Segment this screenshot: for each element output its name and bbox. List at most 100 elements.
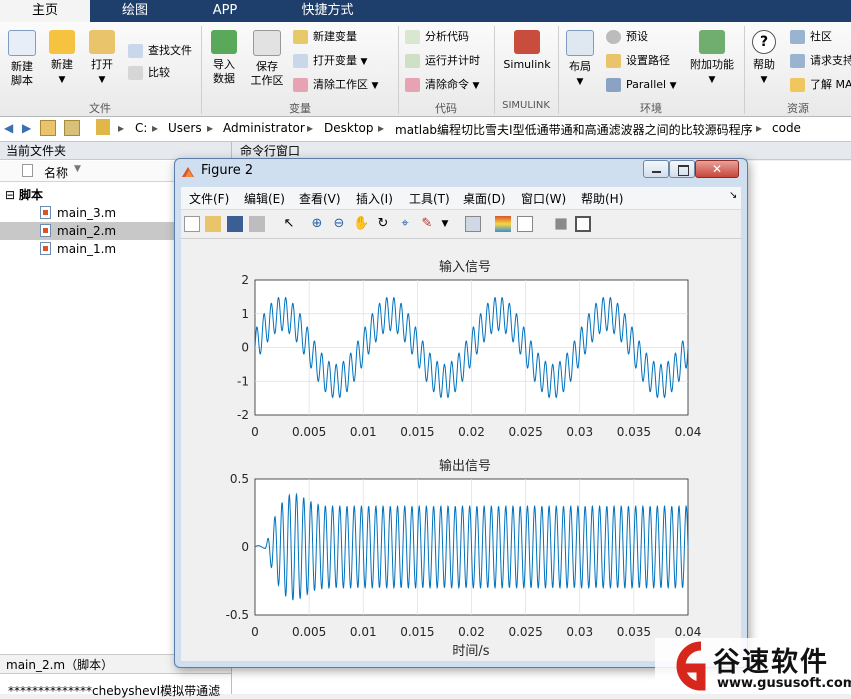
forward-arrow-icon[interactable]: ▶ xyxy=(22,121,31,135)
menu-desktop[interactable]: 桌面(D) xyxy=(463,190,506,207)
figure-window[interactable]: Figure 2 ✕ 文件(F) 编辑(E) 查看(V) 插入(I) 工具(T)… xyxy=(174,158,748,668)
analyze-code-button[interactable]: 分析代码 xyxy=(405,28,469,46)
breadcrumb-sep: ▸ xyxy=(307,121,314,135)
open-variable-icon xyxy=(293,54,308,68)
breadcrumb-c[interactable]: C: xyxy=(135,121,147,135)
new-script-button[interactable]: 新建 脚本 xyxy=(4,30,40,88)
axes-output-signal[interactable]: 输出信号 0 0.005 0.01 0.015 0.02 0.025 0.03 0.035 0.… xyxy=(226,458,702,659)
run-and-time-icon xyxy=(405,54,420,68)
clear-commands-button[interactable]: 清除命令 ▼ xyxy=(405,76,479,94)
menu-help[interactable]: 帮助(H) xyxy=(581,190,623,207)
request-support-button[interactable]: 请求支持 xyxy=(790,52,851,70)
brush-icon[interactable]: ✎ xyxy=(419,216,435,232)
show-plot-tools-icon[interactable] xyxy=(575,216,591,232)
find-files-label: 查找文件 xyxy=(148,44,192,57)
parallel-button[interactable]: Parallel ▼ xyxy=(606,76,677,94)
menu-file[interactable]: 文件(F) xyxy=(189,190,229,207)
close-button[interactable]: ✕ xyxy=(695,160,739,178)
dropdown-arrow-icon: ▼ xyxy=(669,81,677,91)
watermark-brand: 谷速软件 xyxy=(713,647,829,678)
eraser-icon xyxy=(293,78,308,92)
legend-icon[interactable] xyxy=(517,216,533,232)
dropdown-arrow-icon: ▼ xyxy=(98,75,106,85)
x-tick-label: 0.025 xyxy=(508,625,542,639)
colorbar-icon[interactable] xyxy=(495,216,511,232)
figure-toolbar: ↖ ⊕ ⊖ ✋ ↻ ⌖ ✎ ▼ xyxy=(181,210,741,239)
hide-plot-tools-icon[interactable] xyxy=(555,218,567,230)
new-figure-icon[interactable] xyxy=(184,216,200,232)
set-path-button[interactable]: 设置路径 xyxy=(606,52,670,70)
print-icon[interactable] xyxy=(249,216,265,232)
save-icon[interactable] xyxy=(227,216,243,232)
axes-input-signal[interactable]: 输入信号 0 0.005 0.01 0.015 0.02 0.025 0.03 0.035 0.… xyxy=(237,259,701,439)
x-tick-label: 0.035 xyxy=(617,625,651,639)
learn-matlab-button[interactable]: 了解 MA xyxy=(790,76,851,94)
dock-arrow-icon[interactable]: ↘ xyxy=(729,190,737,201)
data-cursor-icon[interactable]: ⌖ xyxy=(397,216,413,232)
open-variable-button[interactable]: 打开变量 ▼ xyxy=(293,52,367,70)
open-button[interactable]: 打开 ▼ xyxy=(84,30,120,87)
open-file-icon[interactable] xyxy=(205,216,221,232)
tab-shortcuts[interactable]: 快捷方式 xyxy=(270,0,385,22)
back-arrow-icon[interactable]: ◀ xyxy=(4,121,13,135)
tab-plots[interactable]: 绘图 xyxy=(90,0,180,22)
name-column-header[interactable]: 名称 xyxy=(44,164,68,181)
address-bar: ◀ ▶ ▸ C: ▸ Users ▸ Administrator ▸ Deskt… xyxy=(0,117,851,142)
breadcrumb-project[interactable]: matlab编程切比雪夫I型低通带通和高通滤波器之间的比较源码程序 xyxy=(395,121,753,138)
clear-workspace-button[interactable]: 清除工作区 ▼ xyxy=(293,76,378,94)
y-tick-label: 0.5 xyxy=(230,472,249,486)
gear-icon xyxy=(606,30,621,44)
layout-button[interactable]: 布局 ▼ xyxy=(562,30,598,89)
menu-tools[interactable]: 工具(T) xyxy=(409,190,450,207)
m-file-icon xyxy=(40,206,51,219)
new-button[interactable]: 新建 ▼ xyxy=(44,30,80,87)
learn-matlab-label: 了解 MA xyxy=(810,78,851,91)
menu-view[interactable]: 查看(V) xyxy=(299,190,341,207)
x-tick-label: 0.04 xyxy=(675,425,702,439)
up-folder-icon[interactable] xyxy=(40,120,56,136)
details-text: **************chebyshevI模拟带通滤 xyxy=(8,684,221,698)
rotate-3d-icon[interactable]: ↻ xyxy=(375,216,391,232)
save-workspace-button[interactable]: 保存 工作区 xyxy=(247,30,287,88)
maximize-button[interactable] xyxy=(669,160,695,178)
collapse-icon[interactable]: ⊟ xyxy=(5,186,15,204)
x-tick-label: 0.02 xyxy=(458,425,485,439)
minimize-button[interactable] xyxy=(643,160,669,178)
sort-down-icon[interactable]: ▼ xyxy=(74,164,81,174)
community-button[interactable]: 社区 xyxy=(790,28,832,46)
menu-insert[interactable]: 插入(I) xyxy=(356,190,393,207)
brush-dropdown-icon[interactable]: ▼ xyxy=(437,216,453,232)
breadcrumb-sep: ▸ xyxy=(152,121,159,135)
simulink-button[interactable]: Simulink xyxy=(500,30,554,72)
zoom-out-icon[interactable]: ⊖ xyxy=(331,216,347,232)
add-ons-button[interactable]: 附加功能 ▼ xyxy=(686,30,738,87)
menu-edit[interactable]: 编辑(E) xyxy=(244,190,285,207)
new-variable-button[interactable]: 新建变量 xyxy=(293,28,357,46)
ribbon: 新建 脚本 新建 ▼ 打开 ▼ 查找文件 比较 文件 导入 数据 保存 工作区 新建… xyxy=(0,22,851,117)
zoom-in-icon[interactable]: ⊕ xyxy=(309,216,325,232)
import-data-button[interactable]: 导入 数据 xyxy=(205,30,243,86)
breadcrumb-administrator[interactable]: Administrator xyxy=(223,121,305,135)
request-support-label: 请求支持 xyxy=(810,54,851,67)
group-label: 脚本 xyxy=(19,188,44,202)
preferences-button[interactable]: 预设 xyxy=(606,28,648,46)
compare-button[interactable]: 比较 xyxy=(128,64,170,82)
tab-home[interactable]: 主页 xyxy=(0,0,90,22)
find-files-button[interactable]: 查找文件 xyxy=(128,42,192,60)
help-button[interactable]: ? 帮助 ▼ xyxy=(748,30,780,87)
open-variable-label: 打开变量 xyxy=(313,54,357,67)
layout-icon xyxy=(566,30,594,56)
browse-folder-icon[interactable] xyxy=(64,120,80,136)
run-and-time-button[interactable]: 运行并计时 xyxy=(405,52,480,70)
watermark: 谷速软件 www.gususoft.com xyxy=(655,638,851,694)
pan-hand-icon[interactable]: ✋ xyxy=(353,216,369,232)
tab-apps[interactable]: APP xyxy=(180,0,270,22)
file-name: main_3.m xyxy=(57,206,117,220)
link-plot-icon[interactable] xyxy=(465,216,481,232)
breadcrumb-users[interactable]: Users xyxy=(168,121,202,135)
new-variable-icon xyxy=(293,30,308,44)
breadcrumb-desktop[interactable]: Desktop xyxy=(324,121,374,135)
breadcrumb-code[interactable]: code xyxy=(772,121,801,135)
menu-window[interactable]: 窗口(W) xyxy=(521,190,566,207)
pointer-icon[interactable]: ↖ xyxy=(281,216,297,232)
